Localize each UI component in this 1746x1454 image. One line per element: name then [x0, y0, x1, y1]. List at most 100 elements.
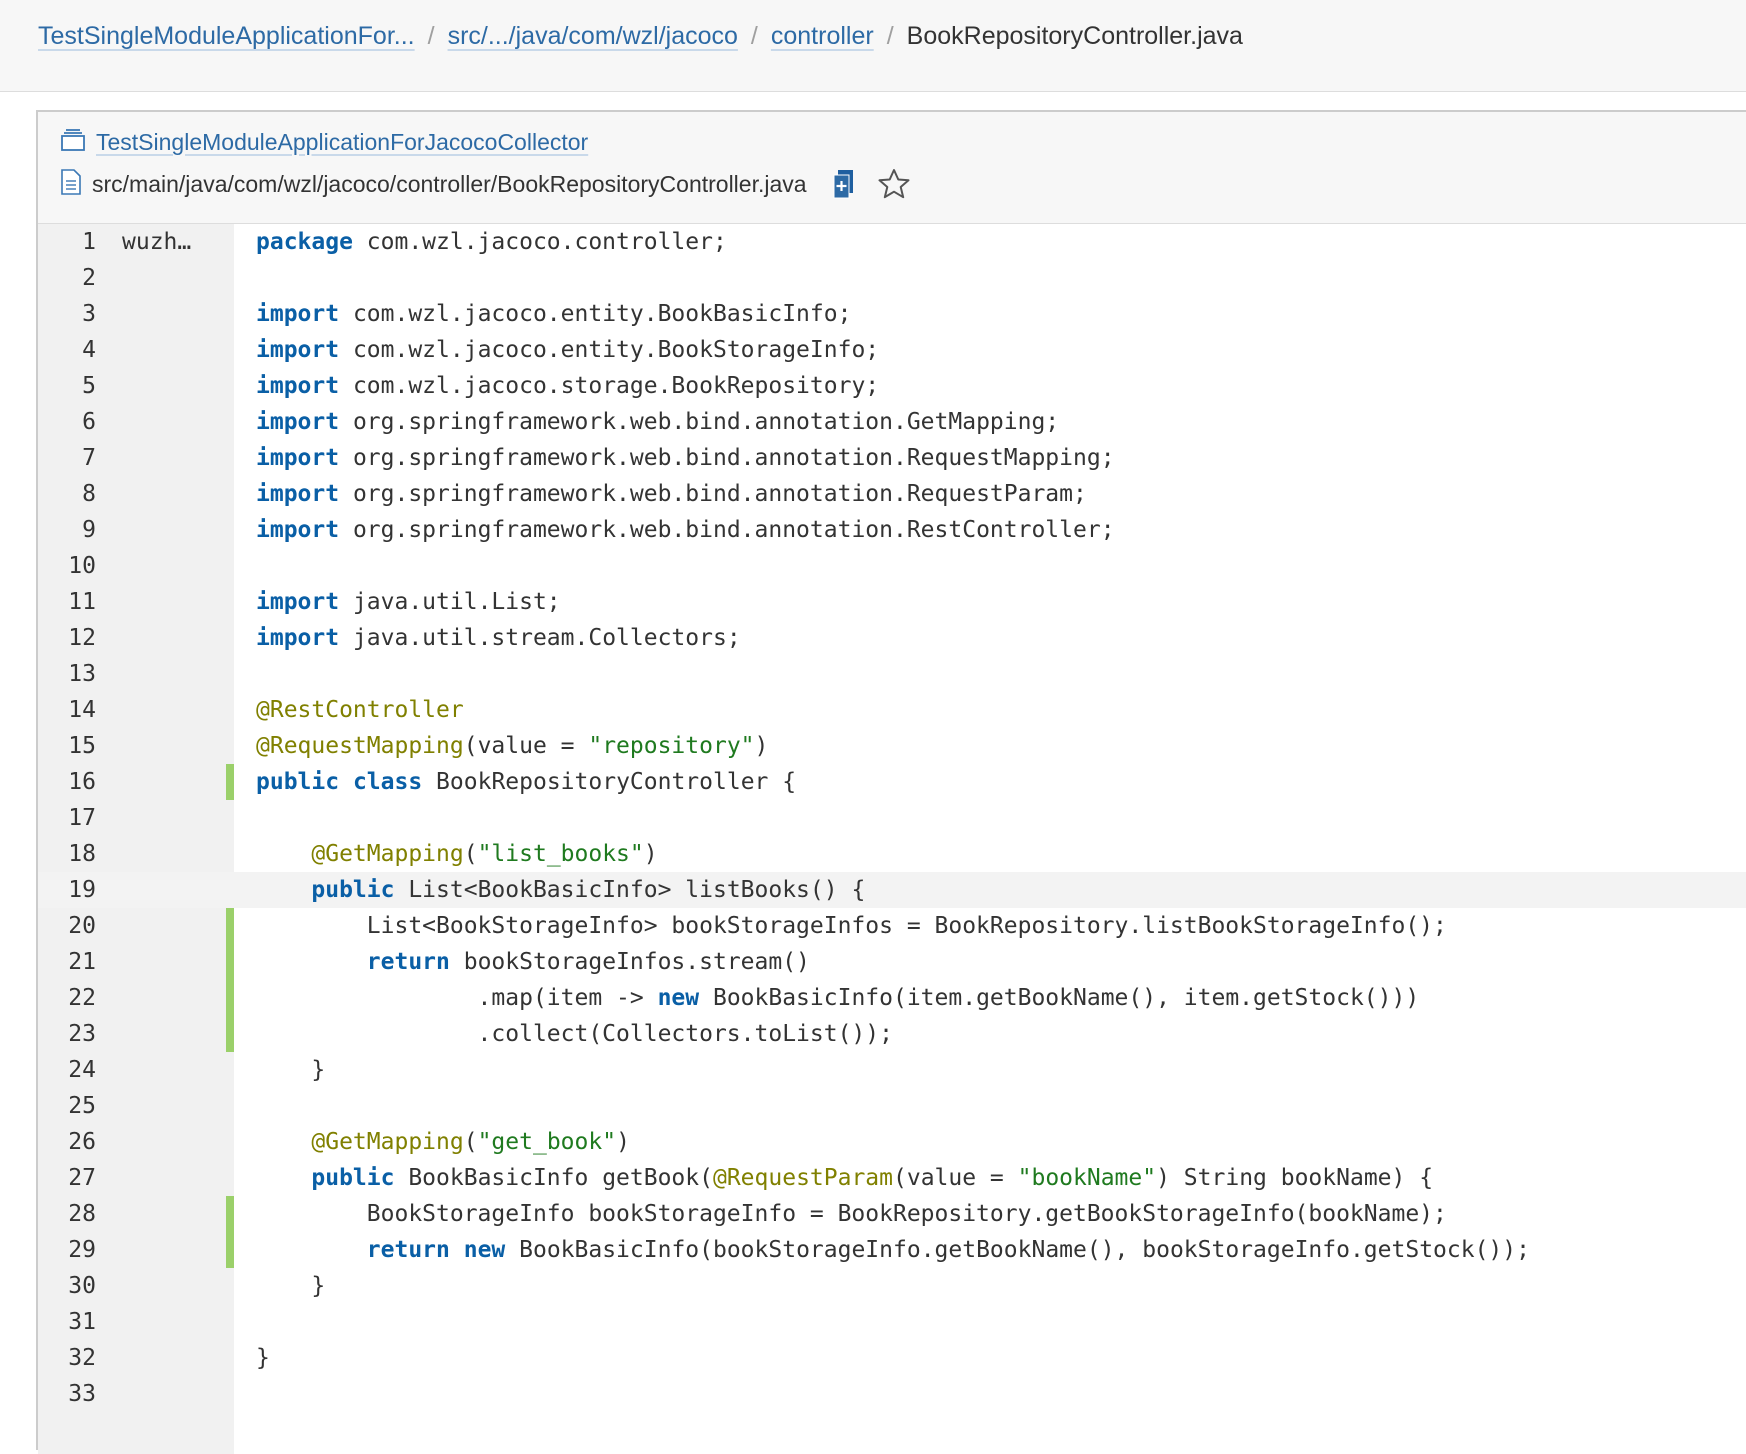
copy-path-icon[interactable]	[833, 169, 855, 199]
line-number[interactable]: 33	[38, 1376, 96, 1412]
line-number[interactable]: 2	[38, 260, 96, 296]
code-line: 31	[38, 1304, 1746, 1340]
coverage-marker[interactable]	[226, 908, 234, 944]
code-token: ) String bookName) {	[1156, 1165, 1434, 1191]
breadcrumb-project-link[interactable]: TestSingleModuleApplicationFor...	[38, 22, 415, 51]
code-token: BookStorageInfo bookStorageInfo = BookRe…	[256, 1201, 1447, 1227]
line-number[interactable]: 22	[38, 980, 96, 1016]
line-number[interactable]: 21	[38, 944, 96, 980]
code-line: 33	[38, 1376, 1746, 1412]
breadcrumb-current-file: BookRepositoryController.java	[906, 22, 1243, 50]
line-number[interactable]: 13	[38, 656, 96, 692]
line-number[interactable]: 17	[38, 800, 96, 836]
line-number[interactable]: 20	[38, 908, 96, 944]
code-token: (value =	[463, 733, 589, 759]
line-number[interactable]: 25	[38, 1088, 96, 1124]
code-token: "get_book"	[477, 1129, 617, 1155]
code-token: import	[256, 589, 340, 615]
line-number[interactable]: 1	[38, 224, 96, 260]
breadcrumb-folder-link[interactable]: controller	[771, 22, 874, 51]
code-token: com.wzl.jacoco.controller;	[352, 229, 727, 255]
code-view: 1 wuzh… package com.wzl.jacoco.controller;…	[38, 224, 1746, 1412]
line-number[interactable]: 24	[38, 1052, 96, 1088]
source-code: import org.springframework.web.bind.anno…	[256, 476, 1087, 512]
coverage-marker[interactable]	[226, 944, 234, 980]
line-number[interactable]: 8	[38, 476, 96, 512]
code-line: 32}	[38, 1340, 1746, 1376]
source-code: List<BookStorageInfo> bookStorageInfos =…	[256, 908, 1447, 944]
coverage-marker[interactable]	[226, 764, 234, 800]
line-number[interactable]: 26	[38, 1124, 96, 1160]
source-code: public List<BookBasicInfo> listBooks() {	[256, 872, 865, 908]
code-line: 8 import org.springframework.web.bind.ann…	[38, 476, 1746, 512]
line-number[interactable]: 11	[38, 584, 96, 620]
code-token: "bookName"	[1017, 1165, 1157, 1191]
code-token: )	[643, 841, 658, 867]
code-token: new	[463, 1237, 506, 1263]
code-line: 4 import com.wzl.jacoco.entity.BookStorag…	[38, 332, 1746, 368]
line-number[interactable]: 5	[38, 368, 96, 404]
coverage-marker[interactable]	[226, 980, 234, 1016]
line-number[interactable]: 10	[38, 548, 96, 584]
project-link[interactable]: TestSingleModuleApplicationForJacocoColl…	[96, 129, 588, 156]
line-number[interactable]: 12	[38, 620, 96, 656]
code-token: import	[256, 337, 340, 363]
breadcrumb-separator: /	[750, 22, 758, 50]
source-code: }	[256, 1052, 325, 1088]
code-token: }	[256, 1345, 270, 1371]
star-icon[interactable]	[877, 168, 911, 200]
line-number[interactable]: 3	[38, 296, 96, 332]
coverage-marker[interactable]	[226, 1196, 234, 1232]
line-number[interactable]: 31	[38, 1304, 96, 1340]
line-number[interactable]: 15	[38, 728, 96, 764]
line-number[interactable]: 16	[38, 764, 96, 800]
line-number[interactable]: 28	[38, 1196, 96, 1232]
line-number[interactable]: 4	[38, 332, 96, 368]
line-number[interactable]: 18	[38, 836, 96, 872]
code-line: 15 @RequestMapping(value = "repository")	[38, 728, 1746, 764]
line-number[interactable]: 9	[38, 512, 96, 548]
line-number[interactable]: 19	[38, 872, 96, 908]
line-number[interactable]: 27	[38, 1160, 96, 1196]
source-code: @GetMapping("get_book")	[256, 1124, 630, 1160]
code-token: @RequestMapping	[256, 733, 464, 759]
breadcrumb: TestSingleModuleApplicationFor... / src/…	[38, 22, 1243, 51]
source-code: @GetMapping("list_books")	[256, 836, 658, 872]
code-token: List<BookStorageInfo> bookStorageInfos =…	[256, 913, 1447, 939]
line-number[interactable]: 14	[38, 692, 96, 728]
code-token: java.util.stream.Collectors;	[339, 625, 741, 651]
source-viewer-header: TestSingleModuleApplicationForJacocoColl…	[38, 112, 1746, 224]
line-number[interactable]: 30	[38, 1268, 96, 1304]
line-number[interactable]: 7	[38, 440, 96, 476]
code-token: package	[256, 229, 353, 255]
breadcrumb-path-link[interactable]: src/.../java/com/wzl/jacoco	[448, 22, 738, 51]
line-number[interactable]: 6	[38, 404, 96, 440]
code-line: 7 import org.springframework.web.bind.ann…	[38, 440, 1746, 476]
code-line: 6 import org.springframework.web.bind.ann…	[38, 404, 1746, 440]
code-line: 25	[38, 1088, 1746, 1124]
line-number[interactable]: 32	[38, 1340, 96, 1376]
code-token: class	[352, 769, 423, 795]
blame-author[interactable]: wuzh…	[122, 224, 191, 260]
code-token: (value =	[893, 1165, 1018, 1191]
code-line: 11 import java.util.List;	[38, 584, 1746, 620]
code-token: import	[256, 517, 340, 543]
line-number[interactable]: 29	[38, 1232, 96, 1268]
line-number[interactable]: 23	[38, 1016, 96, 1052]
code-token: @RestController	[256, 697, 464, 723]
code-line: 16 public class BookRepositoryController …	[38, 764, 1746, 800]
coverage-marker[interactable]	[226, 1016, 234, 1052]
source-code: import org.springframework.web.bind.anno…	[256, 404, 1059, 440]
code-line: 28 BookStorageInfo bookStorageInfo = Boo…	[38, 1196, 1746, 1232]
code-line: 13	[38, 656, 1746, 692]
code-token: com.wzl.jacoco.entity.BookStorageInfo;	[339, 337, 880, 363]
code-line: 26 @GetMapping("get_book")	[38, 1124, 1746, 1160]
source-code: public class BookRepositoryController {	[256, 764, 796, 800]
code-token: .map(item ->	[256, 985, 658, 1011]
coverage-marker[interactable]	[226, 1232, 234, 1268]
